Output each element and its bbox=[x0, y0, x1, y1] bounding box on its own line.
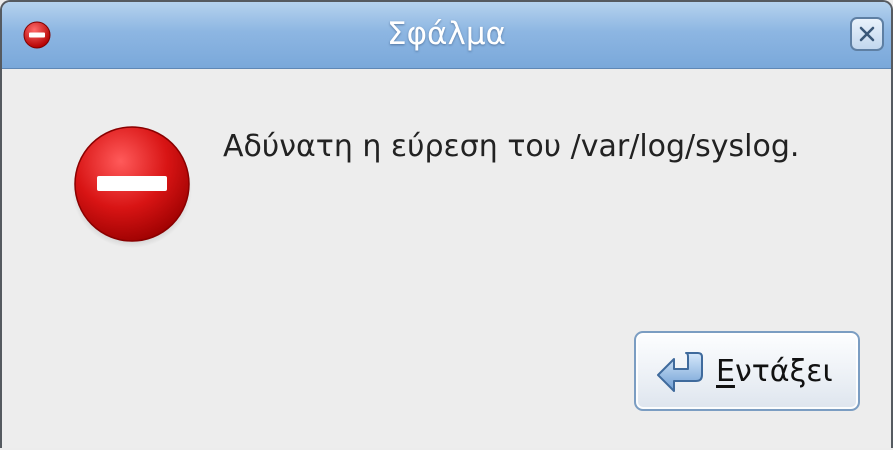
ok-button-label: Εντάξει bbox=[716, 354, 833, 389]
close-button[interactable] bbox=[850, 17, 884, 51]
error-message: Αδύνατη η εύρεση του /var/log/syslog. bbox=[223, 129, 800, 164]
dialog-window: Σφάλμα Αδύνατη η εύρεση του /var/log/sys… bbox=[0, 0, 893, 448]
dialog-body: Αδύνατη η εύρεση του /var/log/syslog. Εν… bbox=[2, 69, 891, 448]
window-title: Σφάλμα bbox=[387, 16, 506, 52]
ok-button[interactable]: Εντάξει bbox=[634, 331, 860, 411]
error-icon bbox=[72, 126, 192, 248]
title-bar[interactable]: Σφάλμα bbox=[2, 2, 891, 69]
ok-arrow-icon bbox=[657, 352, 703, 392]
close-icon bbox=[859, 26, 875, 42]
